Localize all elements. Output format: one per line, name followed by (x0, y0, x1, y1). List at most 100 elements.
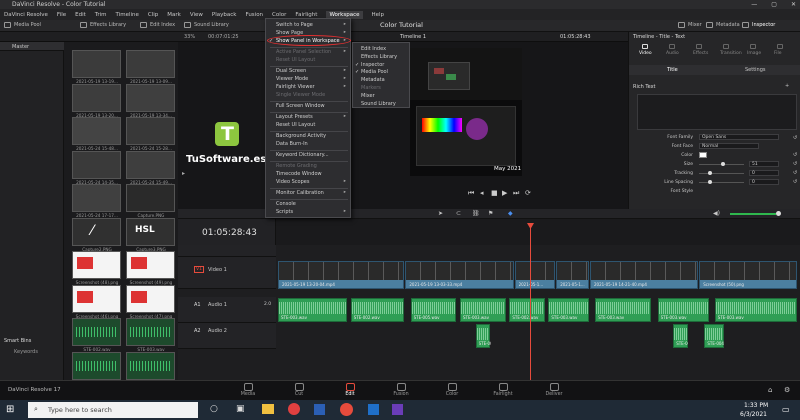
inspector-tab-transition[interactable]: Transition (720, 51, 742, 56)
reset-tracking-icon[interactable]: ↺ (793, 170, 797, 176)
media-thumbnail[interactable] (126, 284, 175, 313)
audio-clip[interactable]: STE-003.wav (714, 298, 797, 322)
workspace-menu-item[interactable]: Monitor Calibration (276, 190, 324, 196)
close-icon[interactable]: ✕ (791, 0, 796, 9)
media-thumbnail[interactable] (72, 284, 121, 313)
tracking-field[interactable]: 0 (749, 170, 779, 176)
page-fairlight[interactable]: Fairlight (485, 383, 521, 397)
size-slider-handle[interactable] (721, 162, 725, 166)
color-swatch[interactable] (699, 152, 707, 158)
audio-clip[interactable]: STE-002.wav (350, 298, 405, 322)
submenu-item[interactable]: Sound Library (361, 101, 396, 107)
marker-icon[interactable]: ◆ (508, 210, 513, 217)
page-color[interactable]: Color (434, 383, 470, 397)
menu-playback[interactable]: Playback (212, 12, 237, 18)
menu-mark[interactable]: Mark (167, 12, 181, 18)
audio-clip[interactable]: STE-002.wav (509, 298, 545, 322)
page-fusion[interactable]: Fusion (383, 383, 419, 397)
workspace-menu-item[interactable]: Scripts (276, 209, 293, 215)
media-thumbnail[interactable]: HSL (126, 217, 175, 246)
media-thumbnail[interactable] (126, 351, 175, 380)
workspace-menu-item[interactable]: Console (276, 201, 296, 207)
audio-clip[interactable]: STE-004.wav (704, 324, 724, 348)
skip-end-icon[interactable]: ⏭ (513, 189, 519, 198)
video-clip[interactable]: 2021-05-1... (514, 261, 556, 289)
inspector-tab-audio[interactable]: Audio (666, 51, 679, 56)
page-deliver[interactable]: Deliver (536, 383, 572, 397)
video-clip[interactable]: 2021-05-19 14-21-40.mp4 (590, 261, 699, 289)
playhead[interactable] (530, 227, 531, 380)
add-icon[interactable]: + (785, 83, 789, 89)
media-thumbnail[interactable] (126, 50, 175, 78)
minimize-icon[interactable]: — (751, 0, 757, 9)
submenu-item[interactable]: Metadata (361, 77, 385, 83)
inspector-tab-effects[interactable]: Effects (693, 51, 708, 56)
keywords-bin[interactable]: Keywords (14, 349, 38, 355)
maximize-icon[interactable]: ▢ (771, 0, 777, 9)
media-thumbnail[interactable] (126, 184, 175, 212)
viewer-arrow-icon[interactable]: ▸ (182, 170, 185, 177)
media-thumbnail[interactable] (72, 318, 121, 346)
submenu-item[interactable]: Mixer (361, 93, 375, 99)
volume-slider-handle[interactable] (776, 211, 781, 216)
settings-icon[interactable]: ⚙ (784, 386, 790, 394)
reset-size-icon[interactable]: ↺ (793, 161, 797, 167)
submenu-item[interactable]: Media Pool (361, 69, 388, 75)
line-spacing-slider-handle[interactable] (708, 180, 712, 184)
menu-view[interactable]: View (190, 12, 203, 18)
master-bin[interactable]: Master (12, 44, 29, 50)
mixer-button[interactable]: Mixer (678, 22, 702, 28)
word-icon[interactable] (314, 404, 325, 415)
workspace-menu-item[interactable]: Timecode Window (276, 171, 322, 177)
menu-clip[interactable]: Clip (148, 12, 158, 18)
media-thumbnail[interactable] (126, 150, 175, 179)
page-edit[interactable]: Edit (332, 383, 368, 397)
font-face-select[interactable]: Normal (699, 143, 759, 149)
workspace-menu-item[interactable]: Fairlight Viewer (276, 84, 315, 90)
resolve-taskbar-icon[interactable] (340, 403, 353, 416)
video-track-name[interactable]: Video 1 (208, 267, 227, 273)
submenu-item[interactable]: Inspector (361, 62, 384, 68)
workspace-menu-item[interactable]: Viewer Mode (276, 76, 308, 82)
workspace-menu-item[interactable]: Dual Screen (276, 68, 306, 74)
sound-library-button[interactable]: Sound Library (184, 22, 229, 28)
menu-davinci-resolve[interactable]: DaVinci Resolve (4, 12, 48, 18)
reset-color-icon[interactable]: ↺ (793, 152, 797, 158)
outlook-icon[interactable] (368, 404, 379, 415)
a1-badge[interactable]: A1 (194, 302, 201, 308)
skip-start-icon[interactable]: ⏮ (468, 189, 474, 198)
edit-index-button[interactable]: Edit Index (140, 22, 175, 28)
submenu-item[interactable]: Effects Library (361, 54, 397, 60)
inspector-tab-image[interactable]: Image (747, 51, 761, 56)
media-pool-button[interactable]: Media Pool (4, 22, 41, 28)
page-cut[interactable]: Cut (281, 383, 317, 397)
metadata-button[interactable]: Metadata (706, 22, 740, 28)
menu-fusion[interactable]: Fusion (245, 12, 263, 18)
tab-title[interactable]: Title (667, 67, 678, 73)
workspace-menu-item[interactable]: Keyword Dictionary... (276, 152, 329, 158)
snapping-icon[interactable]: ⊂ (456, 210, 461, 217)
workspace-menu-item[interactable]: Background Activity (276, 133, 326, 139)
menu-fairlight[interactable]: Fairlight (295, 12, 317, 18)
menu-color[interactable]: Color (272, 12, 286, 18)
workspace-menu-item[interactable]: Data Burn-In (276, 141, 308, 147)
timeline-name-dropdown[interactable]: Timeline 1 (400, 34, 426, 40)
tab-settings[interactable]: Settings (745, 67, 766, 73)
selection-tool-icon[interactable]: ➤ (438, 210, 443, 217)
inspector-button[interactable]: Inspector (742, 22, 775, 28)
video-clip[interactable]: 2021-05-1... (556, 261, 589, 289)
audio-1-name[interactable]: Audio 1 (208, 302, 227, 308)
audio-clip[interactable]: STE-003.wav (657, 298, 709, 322)
menu-edit[interactable]: Edit (75, 12, 86, 18)
audio-clip[interactable]: STE-004.wav (475, 324, 491, 348)
tracking-slider-handle[interactable] (708, 171, 712, 175)
font-family-select[interactable]: Open Sans (699, 134, 779, 140)
effects-library-button[interactable]: Effects Library (80, 22, 126, 28)
media-thumbnail[interactable] (126, 83, 175, 112)
audio-2-name[interactable]: Audio 2 (208, 328, 227, 334)
media-thumbnail[interactable] (72, 251, 121, 279)
video-clip[interactable]: 2021-05-19 13-03-33.mp4 (405, 261, 514, 289)
video-clip[interactable]: 2021-05-19 13-20-04.mp4 (278, 261, 405, 289)
stop-icon[interactable]: ■ (491, 189, 498, 197)
volume-slider[interactable] (730, 213, 776, 215)
